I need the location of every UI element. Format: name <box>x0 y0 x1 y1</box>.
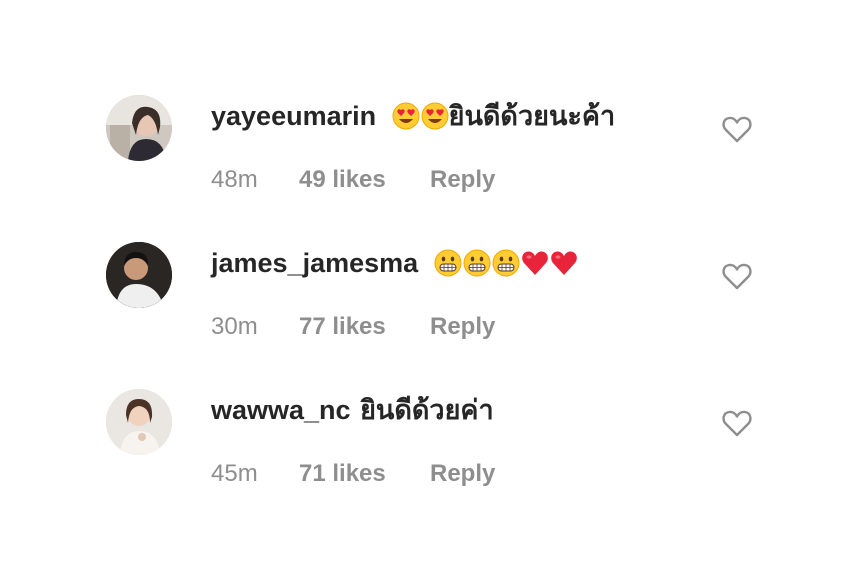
username-link[interactable]: wawwa_nc <box>211 395 351 425</box>
reply-button[interactable]: Reply <box>430 459 495 489</box>
avatar[interactable] <box>106 242 172 308</box>
avatar[interactable] <box>106 95 172 161</box>
username-link[interactable]: james_jamesma <box>211 248 418 278</box>
avatar-photo-yayeeumarin <box>106 95 172 161</box>
comment-text: ยินดีด้วยนะค้า <box>448 101 616 131</box>
timestamp: 48m <box>211 166 258 193</box>
timestamp: 30m <box>211 313 258 340</box>
comment-line: yayeeumarin ยินดีด้วยนะค้า <box>211 99 615 133</box>
username-link[interactable]: yayeeumarin <box>211 101 376 131</box>
likes-count[interactable]: 77 likes <box>299 312 430 342</box>
heart-eyes-emoji <box>392 102 420 130</box>
like-heart-icon[interactable] <box>722 115 752 143</box>
heart-eyes-emoji <box>421 102 449 130</box>
comment-item: yayeeumarin ยินดีด้วยนะค้า 48m 49 likes Re <box>0 95 842 215</box>
grimacing-emoji <box>492 249 520 277</box>
reply-button[interactable]: Reply <box>430 312 495 342</box>
likes-count[interactable]: 71 likes <box>299 459 430 489</box>
comment-meta: 30m 77 likes Reply <box>211 312 495 342</box>
comment-meta: 48m 49 likes Reply <box>211 165 495 195</box>
like-heart-icon[interactable] <box>722 262 752 290</box>
red-heart-emoji <box>521 249 549 277</box>
red-heart-emoji <box>550 249 578 277</box>
reply-button[interactable]: Reply <box>430 165 495 195</box>
comment-meta: 45m 71 likes Reply <box>211 459 495 489</box>
avatar-photo-wawwa-nc <box>106 389 172 455</box>
comment-line: wawwa_nc ยินดีด้วยค่า <box>211 393 494 427</box>
comment-item: wawwa_nc ยินดีด้วยค่า 45m 71 likes Reply <box>0 389 842 509</box>
like-heart-icon[interactable] <box>722 409 752 437</box>
comment-text: ยินดีด้วยค่า <box>360 395 494 425</box>
comment-line: james_jamesma <box>211 246 578 280</box>
avatar[interactable] <box>106 389 172 455</box>
comment-item: james_jamesma 30m 77 likes Reply <box>0 242 842 362</box>
comment-list: yayeeumarin ยินดีด้วยนะค้า 48m 49 likes Re <box>0 0 842 580</box>
grimacing-emoji <box>434 249 462 277</box>
timestamp: 45m <box>211 460 258 487</box>
likes-count[interactable]: 49 likes <box>299 165 430 195</box>
avatar-photo-james-jamesma <box>106 242 172 308</box>
grimacing-emoji <box>463 249 491 277</box>
